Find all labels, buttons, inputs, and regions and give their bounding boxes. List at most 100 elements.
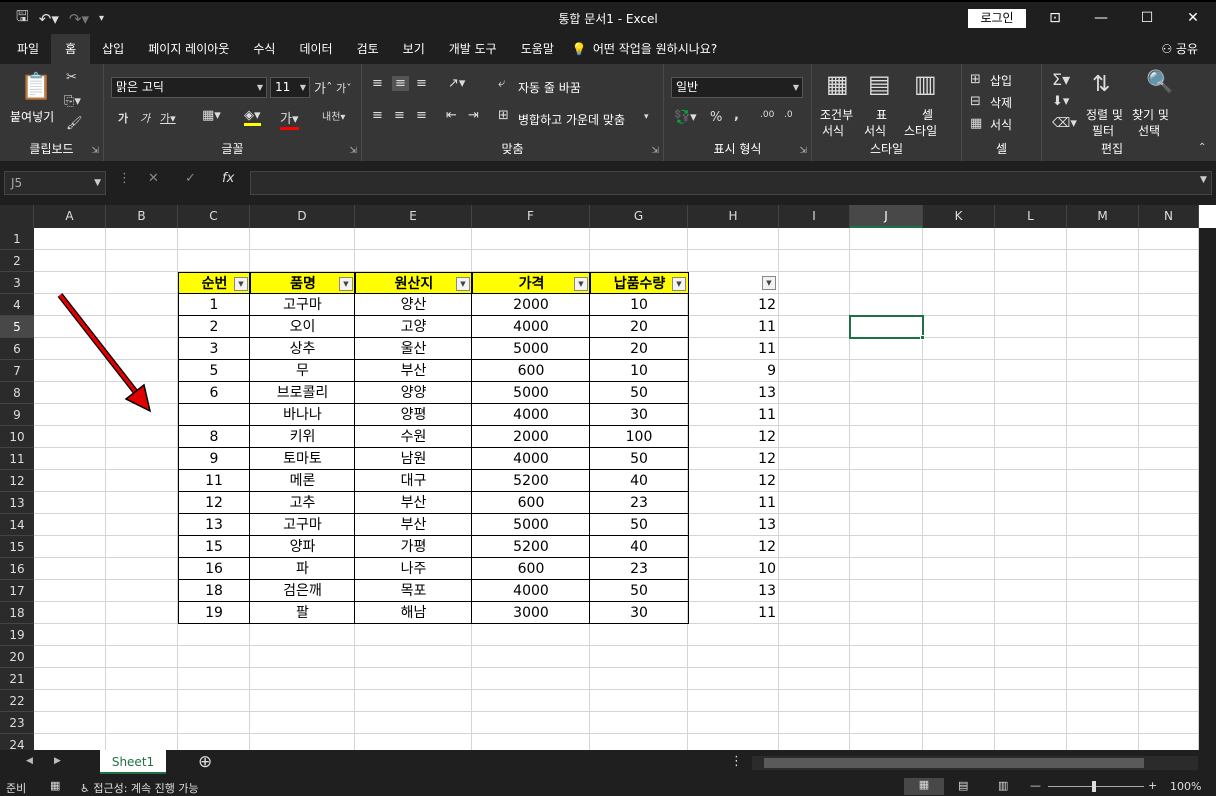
tab-formulas[interactable]: 수식	[241, 34, 287, 64]
next-sheet-icon[interactable]: ▶	[54, 756, 61, 766]
table-cell[interactable]	[178, 404, 250, 426]
table-cell[interactable]: 18	[178, 580, 250, 602]
table-cell[interactable]: 목포	[355, 580, 472, 602]
decrease-indent-icon[interactable]: ⇤	[446, 108, 457, 123]
column-header-l[interactable]: L	[995, 205, 1067, 228]
table-cell[interactable]: 600	[472, 558, 590, 580]
table-cell[interactable]: 부산	[355, 360, 472, 382]
table-cell[interactable]: 대구	[355, 470, 472, 492]
number-format-select[interactable]: 일반 ▼	[671, 77, 803, 98]
format-cells-button[interactable]: 서식	[990, 116, 1012, 133]
table-cell[interactable]: 팔	[250, 602, 355, 624]
table-cell[interactable]: 6	[178, 382, 250, 404]
merge-center-icon[interactable]: ⊞	[498, 108, 509, 123]
column-header-f[interactable]: F	[472, 205, 590, 228]
maximize-button[interactable]: ☐	[1124, 2, 1170, 34]
find-select-button[interactable]: 찾기 및	[1132, 106, 1169, 123]
column-h-cell[interactable]: 12	[688, 294, 776, 316]
table-cell[interactable]: 5	[178, 360, 250, 382]
table-cell[interactable]: 오이	[250, 316, 355, 338]
name-box[interactable]: J5 ▼	[4, 171, 106, 195]
minimize-button[interactable]: —	[1078, 2, 1124, 34]
expand-formula-icon[interactable]: ▼	[1200, 175, 1207, 185]
column-h-cell[interactable]: 10	[688, 558, 776, 580]
column-h-cell[interactable]: 11	[688, 492, 776, 514]
table-cell[interactable]: 5000	[472, 382, 590, 404]
format-table-button[interactable]: 표	[876, 106, 887, 123]
insert-cells-button[interactable]: 삽입	[990, 72, 1012, 89]
table-cell[interactable]: 20	[590, 338, 688, 360]
zoom-slider[interactable]	[1048, 786, 1144, 787]
row-header-22[interactable]: 22	[0, 690, 34, 712]
phonetic-icon[interactable]: 내천▾	[322, 108, 345, 123]
column-h-cell[interactable]: 12	[688, 448, 776, 470]
column-h-cell[interactable]: 11	[688, 338, 776, 360]
table-cell[interactable]: 2	[178, 316, 250, 338]
table-cell[interactable]: 해남	[355, 602, 472, 624]
tell-me-search[interactable]: 💡 어떤 작업을 원하시나요?	[572, 34, 717, 64]
tab-page-layout[interactable]: 페이지 레이아웃	[136, 34, 241, 64]
tab-review[interactable]: 검토	[345, 34, 391, 64]
percent-icon[interactable]: %	[710, 110, 722, 125]
column-header-m[interactable]: M	[1067, 205, 1139, 228]
table-cell[interactable]: 12	[178, 492, 250, 514]
table-cell[interactable]: 16	[178, 558, 250, 580]
vertical-scrollbar[interactable]	[1199, 228, 1216, 750]
table-cell[interactable]: 양평	[355, 404, 472, 426]
row-header-18[interactable]: 18	[0, 602, 34, 624]
table-cell[interactable]: 4000	[472, 404, 590, 426]
increase-font-icon[interactable]: 가ˆ	[314, 78, 332, 97]
align-top-icon[interactable]: ≡	[372, 76, 383, 91]
format-cells-icon[interactable]: ▦	[970, 116, 982, 131]
copy-icon[interactable]: ⎘▾	[64, 94, 81, 109]
row-header-13[interactable]: 13	[0, 492, 34, 514]
column-header-h[interactable]: H	[688, 205, 779, 228]
ribbon-display-icon[interactable]: ⊡	[1032, 2, 1078, 34]
row-header-14[interactable]: 14	[0, 514, 34, 536]
align-left-icon[interactable]: ≡	[372, 108, 383, 123]
table-cell[interactable]: 50	[590, 448, 688, 470]
column-h-cell[interactable]: 12	[688, 470, 776, 492]
column-header-b[interactable]: B	[106, 205, 178, 228]
table-cell[interactable]: 가평	[355, 536, 472, 558]
increase-indent-icon[interactable]: ⇥	[468, 108, 479, 123]
decrease-font-icon[interactable]: 가ˇ	[336, 80, 352, 96]
table-cell[interactable]: 4000	[472, 580, 590, 602]
conditional-format-button-line2[interactable]: 서식	[822, 122, 844, 139]
sort-filter-button-line2[interactable]: 필터	[1092, 122, 1114, 139]
border-icon[interactable]: ▦▾	[202, 108, 221, 123]
column-header-e[interactable]: E	[355, 205, 472, 228]
tab-view[interactable]: 보기	[391, 34, 437, 64]
table-cell[interactable]: 3	[178, 338, 250, 360]
merge-center-button[interactable]: 병합하고 가운데 맞춤	[518, 111, 625, 128]
column-h-cell[interactable]: 11	[688, 602, 776, 624]
table-cell[interactable]: 부산	[355, 514, 472, 536]
macro-icon[interactable]: ▦	[50, 779, 60, 792]
column-header-k[interactable]: K	[923, 205, 995, 228]
tab-insert[interactable]: 삽입	[90, 34, 136, 64]
conditional-format-icon[interactable]: ▦	[826, 70, 849, 98]
table-cell[interactable]: 10	[590, 294, 688, 316]
fill-color-icon[interactable]: ◈▾	[244, 108, 261, 126]
row-header-3[interactable]: 3	[0, 272, 34, 294]
find-select-icon[interactable]: 🔍	[1146, 70, 1173, 95]
column-h-cell[interactable]: 13	[688, 580, 776, 602]
close-button[interactable]: ✕	[1170, 2, 1216, 34]
page-break-view-icon[interactable]: ▥	[998, 779, 1008, 792]
table-cell[interactable]: 23	[590, 492, 688, 514]
table-cell[interactable]: 23	[590, 558, 688, 580]
filter-dropdown-icon[interactable]: ▼	[456, 277, 470, 291]
row-header-10[interactable]: 10	[0, 426, 34, 448]
zoom-in-icon[interactable]: +	[1148, 779, 1157, 792]
table-cell[interactable]: 2000	[472, 294, 590, 316]
insert-cells-icon[interactable]: ⊞	[970, 72, 981, 87]
underline-icon[interactable]: 가▾	[160, 110, 176, 126]
column-header-g[interactable]: G	[590, 205, 688, 228]
paste-icon[interactable]: 📋	[20, 72, 52, 102]
cancel-icon[interactable]: ✕	[148, 171, 159, 186]
cell-styles-button[interactable]: 셀	[922, 106, 933, 123]
table-header-cell[interactable]: 품명 ▼	[250, 272, 356, 294]
fill-handle[interactable]	[920, 335, 925, 340]
table-cell[interactable]: 50	[590, 580, 688, 602]
horizontal-scrollbar[interactable]	[752, 756, 1198, 770]
